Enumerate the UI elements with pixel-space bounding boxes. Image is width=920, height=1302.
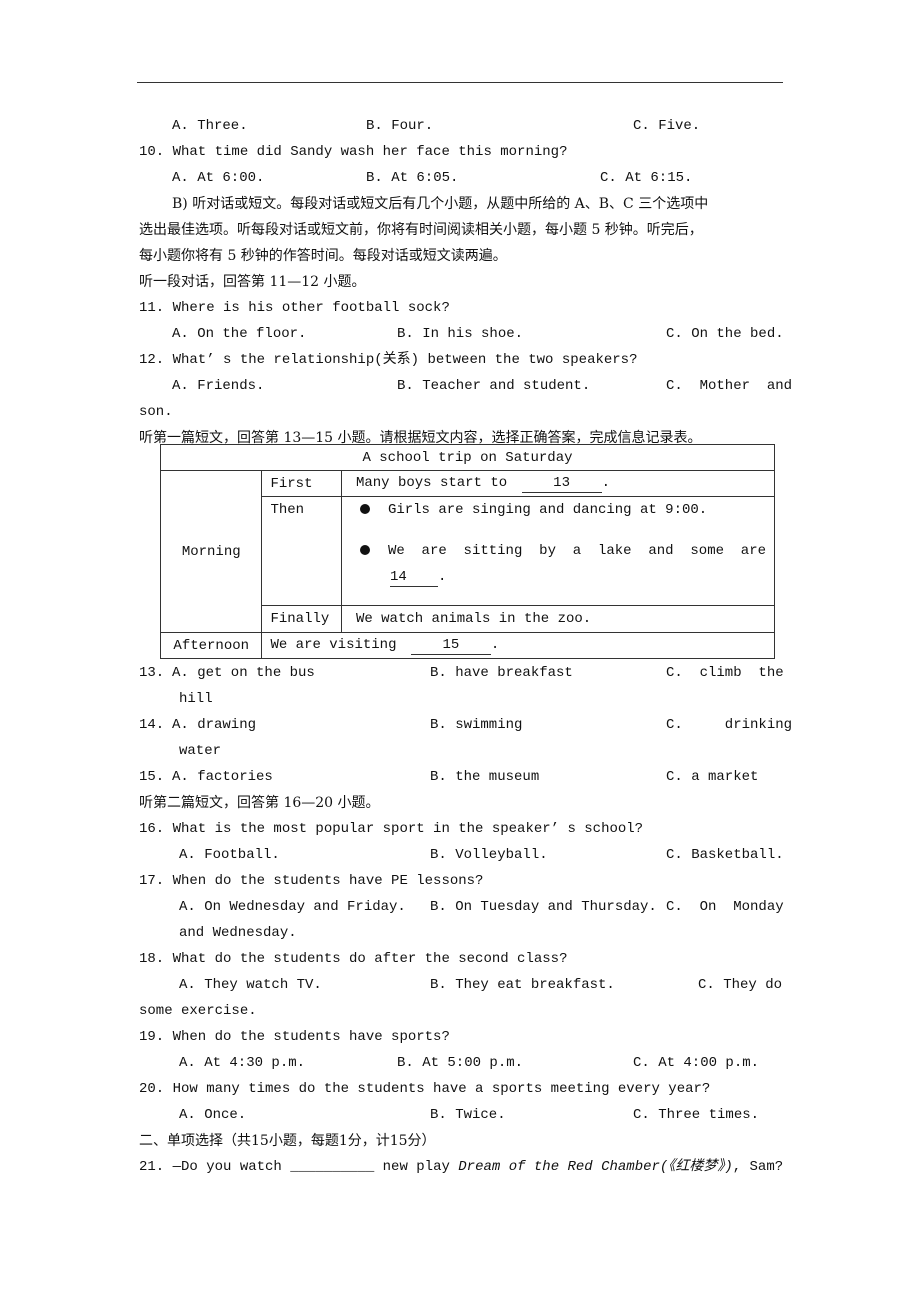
q20-option-b: B. Twice. (430, 1107, 506, 1123)
table-title: A school trip on Saturday (160, 444, 775, 471)
q16-option-c: C. Basketball. (666, 847, 784, 863)
q19-option-a: A. At 4:30 p.m. (179, 1055, 306, 1071)
q21-suffix: , Sam? (732, 1159, 784, 1175)
q14-option-a: A. drawing (172, 717, 257, 733)
q17-option-b: B. On Tuesday and Thursday. (430, 899, 657, 915)
q17-option-c: C. On Monday (666, 899, 784, 915)
morning-label: Morning (159, 470, 263, 633)
bullet-icon (359, 545, 370, 556)
q20-option-c: C. Three times. (633, 1107, 760, 1123)
q21-blank: __________ (290, 1159, 375, 1175)
q9-option-a: A. Three. (172, 118, 248, 134)
header-rule (137, 82, 783, 83)
q13-option-c-wrap: hill (179, 691, 213, 707)
then-label: Then (261, 496, 342, 606)
afternoon-cell: We are visiting 15. (261, 632, 775, 659)
afternoon-text: We are visiting (270, 637, 397, 653)
q10-option-c: C. At 6:15. (600, 170, 693, 186)
q11-stem: 11. Where is his other football sock? (139, 300, 450, 316)
dialogue-intro: 听一段对话，回答第 11—12 小题。 (139, 274, 366, 290)
q10-option-a: A. At 6:00. (172, 170, 265, 186)
q18-option-c-wrap: some exercise. (139, 1003, 257, 1019)
section-b-instructions-line2: 选出最佳选项。听每段对话或短文前，你将有时间阅读相关小题，每小题 5 秒钟。听完… (139, 222, 703, 238)
q12-option-b: B. Teacher and student. (397, 378, 591, 394)
q15-option-b: B. the museum (430, 769, 540, 785)
section-b-instructions-line3: 每小题你将有 5 秒钟的作答时间。每段对话或短文读两遍。 (139, 248, 507, 264)
q18-option-b: B. They eat breakfast. (430, 977, 615, 993)
q12-option-a: A. Friends. (172, 378, 265, 394)
q12-stem: 12. What’ s the relationship(关系) between… (139, 352, 638, 368)
q12-option-c-wrap: son. (139, 404, 173, 420)
part2-heading: 二、单项选择（共15小题，每题1分，计15分） (139, 1133, 436, 1149)
q19-option-b: B. At 5:00 p.m. (397, 1055, 524, 1071)
q13-option-c: C. climb the (666, 665, 784, 681)
section-b-instructions-line1: B) 听对话或短文。每段对话或短文后有几个小题，从题中所给的 A、B、C 三个选… (172, 196, 709, 212)
then-cell: Girls are singing and dancing at 9:00. W… (340, 496, 776, 606)
q21-line: 21. —Do you watch __________ new play Dr… (139, 1158, 783, 1176)
q16-option-b: B. Volleyball. (430, 847, 548, 863)
q20-stem: 20. How many times do the students have … (139, 1081, 711, 1097)
q11-option-c: C. On the bed. (666, 326, 784, 342)
q16-option-a: A. Football. (179, 847, 280, 863)
q21-prefix: 21. —Do you watch (139, 1159, 282, 1175)
q15-option-a: A. factories (172, 769, 273, 785)
q14-number: 14. (139, 717, 165, 733)
q19-stem: 19. When do the students have sports? (139, 1029, 450, 1045)
q13-option-a: A. get on the bus (172, 665, 315, 681)
blank-15: 15 (410, 636, 491, 655)
then-bullet2: We are sitting by a lake and some are (387, 543, 766, 559)
q18-option-a: A. They watch TV. (179, 977, 322, 993)
q17-option-c-wrap: and Wednesday. (179, 925, 297, 941)
q13-number: 13. (139, 665, 165, 681)
q14-option-c: C. drinking (666, 717, 793, 733)
blank-13: 13 (521, 474, 602, 493)
q11-option-a: A. On the floor. (172, 326, 307, 342)
q15-number: 15. (139, 769, 165, 785)
q9-option-b: B. Four. (366, 118, 434, 134)
passage2-intro: 听第二篇短文，回答第 16—20 小题。 (139, 795, 380, 811)
q17-option-a: A. On Wednesday and Friday. (179, 899, 406, 915)
afternoon-label: Afternoon (159, 632, 263, 659)
q12-option-c: C. Mother and (666, 378, 793, 394)
first-label: First (261, 470, 342, 497)
q19-option-c: C. At 4:00 p.m. (633, 1055, 760, 1071)
finally-text: We watch animals in the zoo. (340, 605, 776, 633)
q14-option-b: B. swimming (430, 717, 523, 733)
q17-stem: 17. When do the students have PE lessons… (139, 873, 484, 889)
q16-stem: 16. What is the most popular sport in th… (139, 821, 644, 837)
q21-title: Dream of the Red Chamber(《红楼梦》) (458, 1159, 733, 1175)
first-text: Many boys start to (355, 475, 508, 491)
q11-option-b: B. In his shoe. (397, 326, 524, 342)
finally-label: Finally (261, 605, 342, 633)
q13-option-b: B. have breakfast (430, 665, 573, 681)
school-trip-table: A school trip on Saturday Morning First … (159, 444, 776, 659)
bullet-icon (359, 504, 370, 515)
q10-option-b: B. At 6:05. (366, 170, 459, 186)
q18-stem: 18. What do the students do after the se… (139, 951, 568, 967)
q18-option-c: C. They do (698, 977, 783, 993)
q20-option-a: A. Once. (179, 1107, 247, 1123)
first-cell: Many boys start to 13. (340, 470, 776, 497)
q9-option-c: C. Five. (633, 118, 701, 134)
blank-14: 14 (389, 568, 438, 587)
q10-stem: 10. What time did Sandy wash her face th… (139, 144, 568, 160)
q14-option-c-wrap: water (179, 743, 222, 759)
q21-middle: new play (382, 1159, 450, 1175)
then-bullet1: Girls are singing and dancing at 9:00. (387, 502, 708, 518)
q15-option-c: C. a market (666, 769, 759, 785)
